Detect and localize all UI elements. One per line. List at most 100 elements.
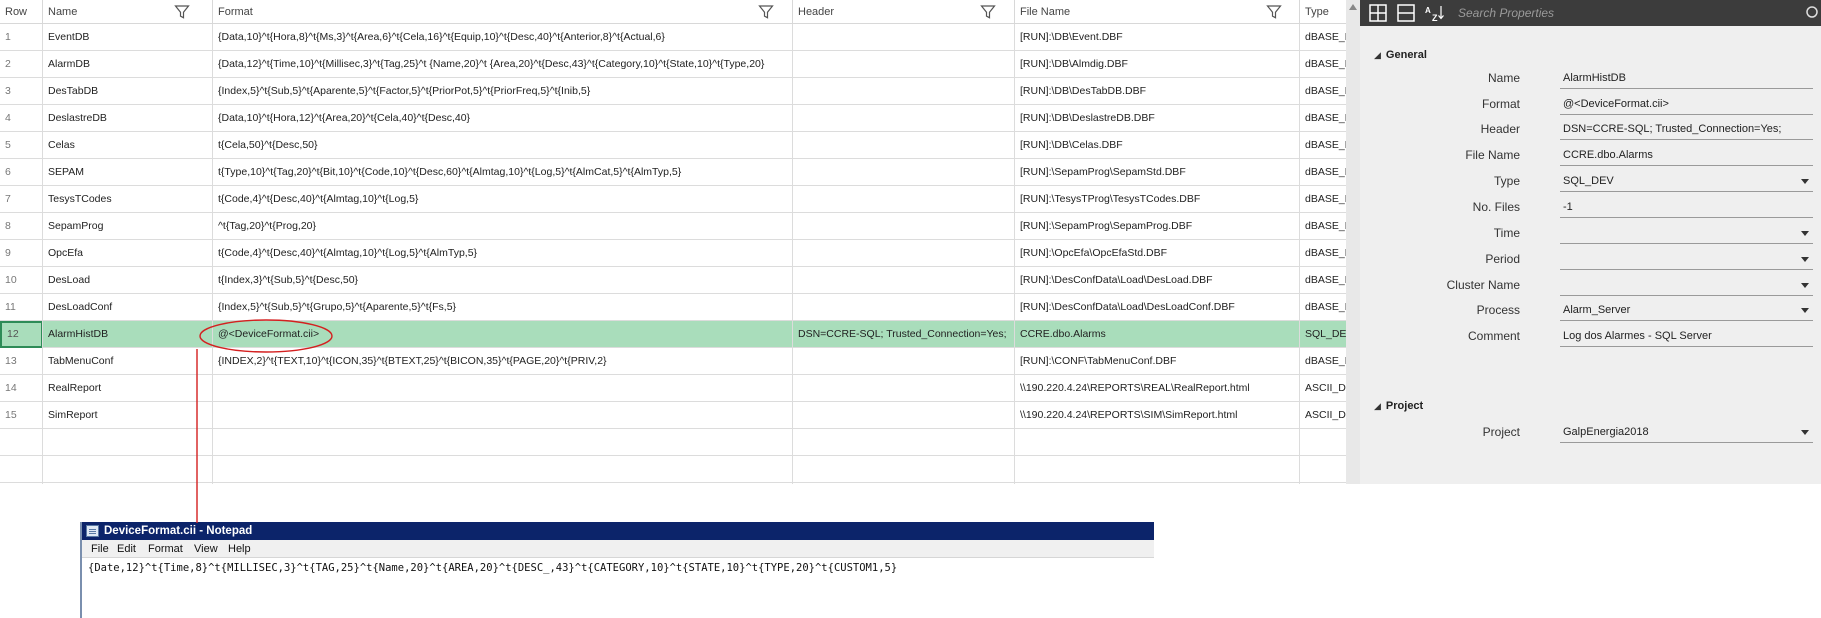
cell-file[interactable]: [RUN]:\DB\Celas.DBF [1015,132,1300,159]
categorized-view-icon[interactable] [1367,3,1389,23]
time-dropdown[interactable] [1560,222,1813,244]
cell-header[interactable] [793,186,1015,213]
cell-type[interactable]: SQL_DEV [1300,321,1346,348]
cell-header[interactable] [793,78,1015,105]
no-files-field[interactable]: -1 [1560,196,1813,218]
file-name-filter-icon[interactable] [1266,4,1282,20]
col-header-file-name[interactable]: File Name [1015,0,1300,24]
cell-file[interactable]: [RUN]:\SepamProg\SepamProg.DBF [1015,213,1300,240]
cell-row[interactable]: 11 [0,294,43,321]
comment-field[interactable]: Log dos Alarmes - SQL Server [1560,325,1813,347]
table-row[interactable]: 11 DesLoadConf {Index,5}^t{Sub,5}^t{Grupo,… [0,294,1346,321]
cell-file[interactable]: [RUN]:\SepamProg\SepamStd.DBF [1015,159,1300,186]
cell-file[interactable]: CCRE.dbo.Alarms [1015,321,1300,348]
cell-format[interactable]: {Data,10}^t{Hora,8}^t{Ms,3}^t{Area,6}^t{… [213,24,793,51]
project-dropdown[interactable]: GalpEnergia2018 [1560,421,1813,443]
menu-file[interactable]: File [91,540,109,558]
format-filter-icon[interactable] [758,4,774,20]
cell-format[interactable]: {Data,10}^t{Hora,12}^t{Area,20}^t{Cela,4… [213,105,793,132]
empty-row[interactable] [0,429,1346,456]
cell-header[interactable] [793,240,1015,267]
cell-header[interactable]: DSN=CCRE-SQL; Trusted_Connection=Yes; [793,321,1015,348]
cell-header[interactable] [793,402,1015,429]
table-row[interactable]: 8 SepamProg ^t{Tag,20}^t{Prog,20} [RUN]:\Se… [0,213,1346,240]
table-row[interactable]: 13 TabMenuConf {INDEX,2}^t{TEXT,10}^t{ICON… [0,348,1346,375]
chevron-down-icon[interactable] [1801,257,1809,262]
table-row[interactable]: 14 RealReport \\190.220.4.24\REPORTS\REAL\… [0,375,1346,402]
cell-header[interactable] [793,132,1015,159]
cell-type[interactable]: dBASE_D [1300,240,1346,267]
table-row[interactable]: 6 SEPAM t{Type,10}^t{Tag,20}^t{Bit,10}^t{C… [0,159,1346,186]
format-field[interactable]: @<DeviceFormat.cii> [1560,93,1813,115]
cell-type[interactable]: dBASE_D [1300,294,1346,321]
grid-vertical-scrollbar[interactable] [1346,0,1360,484]
scroll-up-icon[interactable] [1349,4,1357,10]
cell-row[interactable]: 1 [0,24,43,51]
cell-header[interactable] [793,267,1015,294]
cell-name[interactable]: AlarmHistDB [43,321,213,348]
chevron-down-icon[interactable] [1801,179,1809,184]
cell-header[interactable] [793,24,1015,51]
cell-header[interactable] [793,159,1015,186]
menu-format[interactable]: Format [148,540,183,558]
table-row[interactable]: 1 EventDB {Data,10}^t{Hora,8}^t{Ms,3}^t{Ar… [0,24,1346,51]
cell-name[interactable]: SepamProg [43,213,213,240]
cell-format[interactable]: {Index,5}^t{Sub,5}^t{Aparente,5}^t{Facto… [213,78,793,105]
notepad-text-area[interactable]: {Date,12}^t{Time,8}^t{MILLISEC,3}^t{TAG,… [88,562,897,574]
cell-header[interactable] [793,375,1015,402]
cell-type[interactable]: dBASE_D [1300,186,1346,213]
cell-file[interactable]: \\190.220.4.24\REPORTS\SIM\SimReport.htm… [1015,402,1300,429]
cell-row[interactable]: 12 [0,321,43,348]
cell-type[interactable]: ASCII_DE [1300,375,1346,402]
period-dropdown[interactable] [1560,248,1813,270]
chevron-down-icon[interactable] [1801,283,1809,288]
cell-format[interactable]: {Index,5}^t{Sub,5}^t{Grupo,5}^t{Aparente… [213,294,793,321]
cell-name[interactable]: Celas [43,132,213,159]
cell-row[interactable]: 8 [0,213,43,240]
col-header-row[interactable]: Row [0,0,43,24]
cell-row[interactable]: 13 [0,348,43,375]
cell-row[interactable]: 14 [0,375,43,402]
cell-format[interactable] [213,402,793,429]
cell-row[interactable]: 6 [0,159,43,186]
header-filter-icon[interactable] [980,4,996,20]
cell-name[interactable]: RealReport [43,375,213,402]
menu-view[interactable]: View [194,540,218,558]
cell-type[interactable]: dBASE_D [1300,267,1346,294]
cell-format[interactable]: {INDEX,2}^t{TEXT,10}^t{ICON,35}^t{BTEXT,… [213,348,793,375]
name-filter-icon[interactable] [174,4,190,20]
cell-name[interactable]: DesLoadConf [43,294,213,321]
cell-name[interactable]: DeslastreDB [43,105,213,132]
table-row[interactable]: 3 DesTabDB {Index,5}^t{Sub,5}^t{Aparente,5… [0,78,1346,105]
cell-file[interactable]: \\190.220.4.24\REPORTS\REAL\RealReport.h… [1015,375,1300,402]
cell-file[interactable]: [RUN]:\DB\DeslastreDB.DBF [1015,105,1300,132]
cell-row[interactable]: 3 [0,78,43,105]
cell-format[interactable]: {Data,12}^t{Time,10}^t{Millisec,3}^t{Tag… [213,51,793,78]
table-row[interactable]: 5 Celas t{Cela,50}^t{Desc,50} [RUN]:\DB\Cel… [0,132,1346,159]
collapse-view-icon[interactable] [1395,3,1417,23]
cell-file[interactable]: [RUN]:\TesysTProg\TesysTCodes.DBF [1015,186,1300,213]
search-properties-input[interactable]: Search Properties [1456,3,1811,23]
table-row[interactable]: 9 OpcEfa t{Code,4}^t{Desc,40}^t{Almtag,10}… [0,240,1346,267]
table-row[interactable]: 4 DeslastreDB {Data,10}^t{Hora,12}^t{Area,… [0,105,1346,132]
menu-edit[interactable]: Edit [117,540,136,558]
cell-row[interactable]: 9 [0,240,43,267]
cell-file[interactable]: [RUN]:\DB\Event.DBF [1015,24,1300,51]
cell-name[interactable]: EventDB [43,24,213,51]
cell-name[interactable]: SimReport [43,402,213,429]
cell-name[interactable]: DesLoad [43,267,213,294]
cell-name[interactable]: AlarmDB [43,51,213,78]
notepad-title-bar[interactable]: DeviceFormat.cii - Notepad [82,522,1154,540]
cell-header[interactable] [793,294,1015,321]
chevron-down-icon[interactable] [1801,308,1809,313]
chevron-down-icon[interactable] [1801,231,1809,236]
cell-file[interactable]: [RUN]:\DB\DesTabDB.DBF [1015,78,1300,105]
name-field[interactable]: AlarmHistDB [1560,67,1813,89]
col-header-type[interactable]: Type [1300,0,1346,24]
cell-header[interactable] [793,348,1015,375]
process-dropdown[interactable]: Alarm_Server [1560,299,1813,321]
cell-type[interactable]: dBASE_D [1300,24,1346,51]
cell-format[interactable]: t{Index,3}^t{Sub,5}^t{Desc,50} [213,267,793,294]
chevron-down-icon[interactable] [1801,430,1809,435]
cell-name[interactable]: DesTabDB [43,78,213,105]
